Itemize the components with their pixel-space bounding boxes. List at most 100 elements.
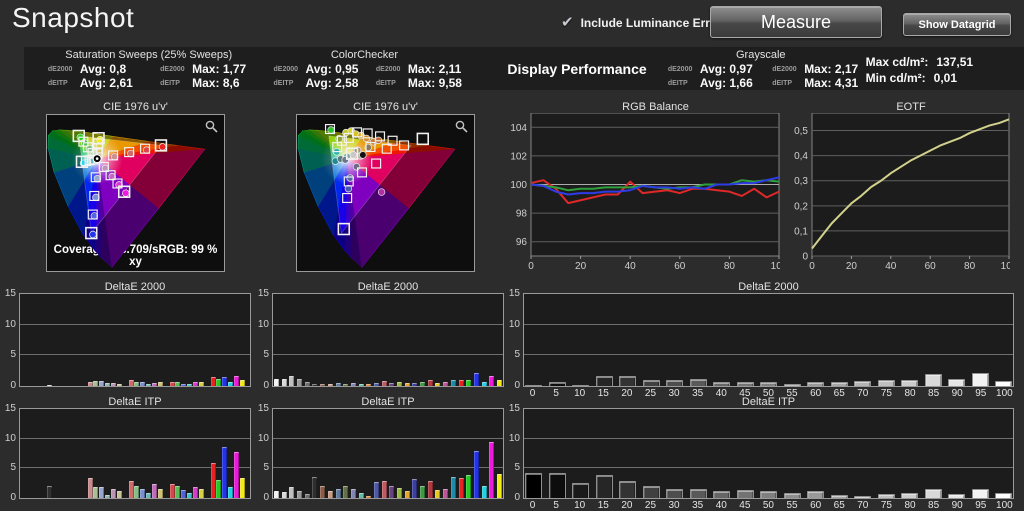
svg-text:40: 40 [885, 261, 897, 271]
bar [807, 382, 824, 386]
svg-text:100: 100 [510, 180, 527, 191]
bar [181, 490, 186, 498]
bar [642, 486, 660, 498]
bar [760, 382, 777, 386]
de2000-colorchecker-title: DeltaE 2000 [357, 281, 419, 293]
max-luminance-value: 137,51 [936, 54, 974, 69]
bar [240, 379, 245, 386]
page-title: Snapshot [12, 2, 135, 33]
bar [358, 492, 364, 498]
chart-rgb-balance: RGB Balance 96 98 100 102 104 0 20 40 60 80 100 [510, 101, 787, 276]
bar [93, 381, 98, 386]
bar [404, 491, 410, 498]
bar [373, 481, 379, 498]
rgb-balance-plot: 96 98 100 102 104 0 20 40 60 80 100 [509, 112, 788, 276]
metric-value: Avg: 0,97 [699, 62, 753, 76]
bar [389, 382, 395, 386]
svg-text:80: 80 [964, 261, 976, 271]
bar [450, 379, 456, 386]
bar [140, 381, 145, 386]
bar [496, 474, 502, 498]
cie-sweeps-title: CIE 1976 u'v' [103, 101, 168, 113]
bar [320, 486, 326, 498]
deitp-sweeps-title: DeltaE ITP [108, 396, 162, 408]
svg-text:102: 102 [510, 151, 527, 162]
bar [830, 495, 848, 498]
bar [93, 486, 98, 498]
metric-label: dEITP [772, 79, 793, 87]
bar [158, 488, 163, 498]
bar [397, 487, 402, 498]
bar [496, 380, 502, 386]
chart-deitp-sweeps: DeltaE ITP 0 5 10 15 [5, 396, 251, 503]
bar [420, 382, 426, 386]
bar [595, 474, 613, 498]
chart-eotf: EOTF 0 0,1 0,2 0,3 0,4 0,5 0 20 40 60 80 100 [794, 101, 1018, 276]
bar [450, 476, 456, 498]
bar [443, 489, 449, 498]
stats-luminance: Max cd/m²: 137,51 Min cd/m²: 0,01 [866, 47, 1024, 90]
bar [948, 494, 965, 498]
svg-text:98: 98 [516, 209, 528, 220]
bar [736, 382, 754, 386]
bar [619, 480, 636, 498]
bar [971, 372, 989, 386]
measure-button[interactable]: Measure [710, 6, 882, 38]
bar [216, 378, 221, 386]
bar [807, 491, 824, 498]
bar [595, 376, 613, 386]
bar [466, 379, 472, 386]
include-luminance-checkbox[interactable]: ✔ Include Luminance Error [561, 15, 722, 30]
bar [412, 479, 418, 498]
svg-text:80: 80 [724, 261, 736, 271]
show-datagrid-button[interactable]: Show Datagrid [903, 13, 1011, 36]
bar [140, 489, 145, 498]
metric-label: dE2000 [160, 65, 185, 73]
svg-text:96: 96 [516, 237, 528, 248]
bar [181, 384, 186, 386]
chart-deitp-colorchecker: DeltaE ITP 0 5 10 15 [258, 396, 504, 503]
bar [389, 486, 395, 498]
cie-colorchecker-plot [296, 114, 475, 272]
bar [289, 486, 295, 498]
bar [854, 495, 871, 498]
svg-text:20: 20 [846, 261, 858, 271]
bar [335, 383, 341, 386]
metric-label: dE2000 [667, 65, 693, 73]
metric-label: dE2000 [375, 65, 401, 73]
bar [548, 473, 566, 498]
bar [199, 382, 204, 386]
bar [373, 382, 379, 386]
stats-bar: Saturation Sweeps (25% Sweeps) dE2000 Avg… [24, 47, 1024, 90]
svg-text:0: 0 [528, 261, 534, 271]
bar [199, 489, 204, 498]
bar [175, 381, 180, 386]
bar [320, 384, 326, 386]
bar [193, 487, 198, 498]
bar [312, 477, 318, 498]
rgb-balance-title: RGB Balance [622, 101, 689, 113]
bar [995, 492, 1012, 498]
bar [47, 485, 52, 498]
bar [297, 491, 303, 498]
metric-value: Max: 8,6 [192, 76, 240, 90]
min-luminance-value: 0,01 [933, 70, 958, 85]
bar [366, 384, 372, 386]
bar [99, 381, 104, 386]
bar [525, 385, 542, 386]
metric-value: Avg: 2,61 [79, 76, 133, 90]
bar [222, 446, 227, 498]
display-performance-label: Display Performance [507, 60, 647, 77]
bar [240, 477, 245, 498]
bar [297, 378, 303, 386]
bar [901, 493, 918, 498]
chart-de2000-grayscale: DeltaE 2000 0 5 10 15 0 5 10 15 20 25 30 35 40 45 50 5… [508, 281, 1014, 399]
svg-text:0: 0 [809, 261, 815, 271]
bar [312, 383, 318, 386]
bar [525, 472, 542, 498]
bar [281, 379, 287, 386]
svg-text:0,4: 0,4 [794, 151, 808, 162]
metric-value: Max: 1,77 [192, 62, 247, 76]
metric-value: Max: 4,31 [804, 76, 859, 90]
bar [642, 379, 660, 386]
